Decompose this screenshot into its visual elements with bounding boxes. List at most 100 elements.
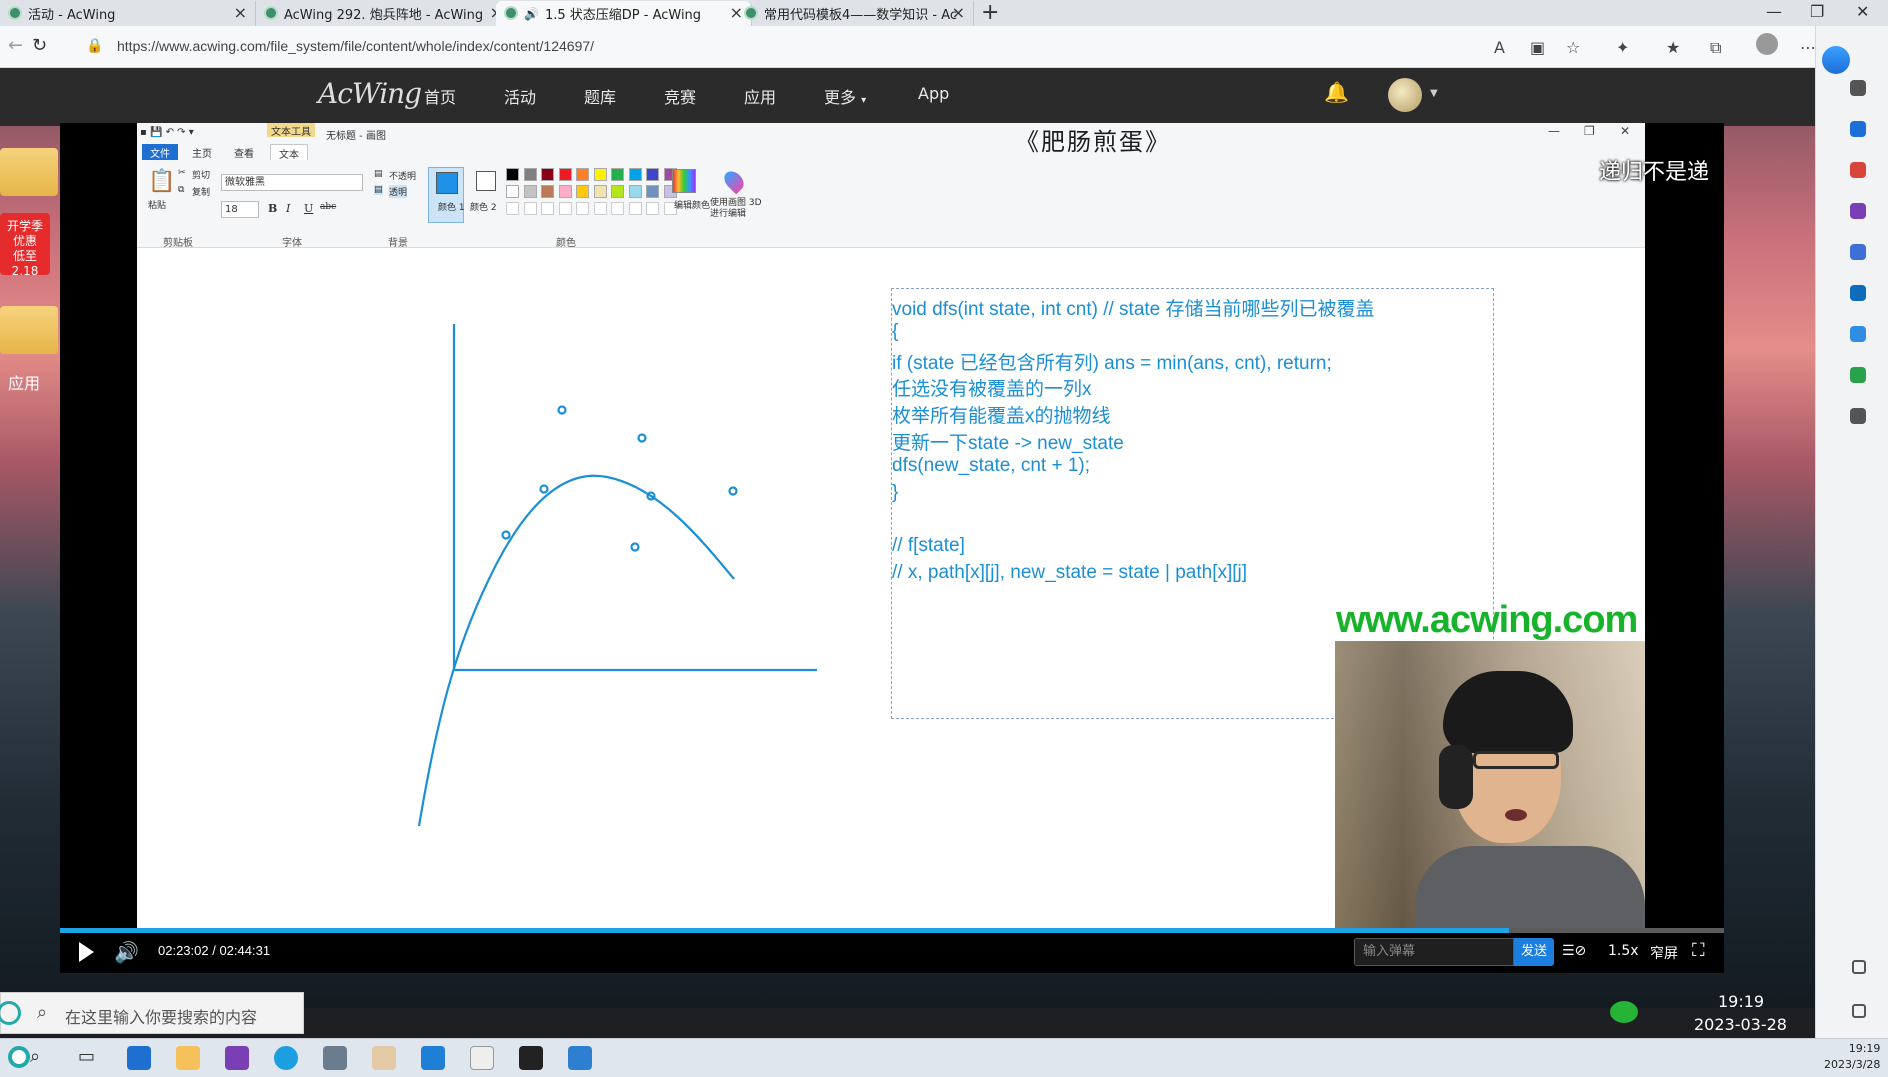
close-icon[interactable]: × bbox=[952, 3, 965, 22]
extensions-icon[interactable]: ✦ bbox=[1616, 38, 1629, 57]
photos-icon[interactable] bbox=[568, 1046, 592, 1070]
search-icon[interactable] bbox=[1850, 80, 1866, 96]
vscode-icon[interactable] bbox=[421, 1046, 445, 1070]
restore-icon[interactable]: ❐ bbox=[1810, 2, 1824, 21]
nav-problems[interactable]: 题库 bbox=[584, 84, 616, 108]
restore-icon: ❐ bbox=[1584, 124, 1595, 138]
windows-start-icon[interactable] bbox=[8, 1046, 30, 1068]
calculator-icon[interactable] bbox=[323, 1046, 347, 1070]
browser-tab[interactable]: AcWing 292. 炮兵阵地 - AcWing × bbox=[256, 1, 512, 26]
danmaku-text: 递归不是递 bbox=[1599, 160, 1710, 185]
file-explorer-icon[interactable] bbox=[176, 1046, 200, 1070]
apps-label: 应用 bbox=[8, 374, 41, 393]
color2-label: 颜色 2 bbox=[470, 203, 497, 213]
settings-icon[interactable] bbox=[1852, 1004, 1866, 1018]
acwing-logo[interactable]: AcWing bbox=[318, 77, 422, 110]
store-icon[interactable] bbox=[127, 1046, 151, 1070]
task-view-icon[interactable]: ▭ bbox=[78, 1046, 102, 1070]
promo-line: 低至2.18 bbox=[11, 249, 39, 278]
send-danmaku-button[interactable]: 发送 bbox=[1514, 938, 1554, 966]
tag-icon[interactable] bbox=[1850, 121, 1866, 137]
tray-clock[interactable]: 19:19 2023/3/28 bbox=[1824, 1041, 1880, 1073]
collections-icon[interactable]: ⧉ bbox=[1710, 38, 1721, 58]
nav-more[interactable]: 更多 ▾ bbox=[824, 84, 866, 108]
nav-app[interactable]: App bbox=[918, 84, 949, 103]
search-icon[interactable]: ⌕ bbox=[30, 1046, 54, 1070]
edit-colors-label: 编辑颜色 bbox=[674, 201, 711, 211]
idea-icon[interactable] bbox=[519, 1046, 543, 1070]
windows-search[interactable]: ⌕ 在这里输入你要搜索的内容 bbox=[0, 992, 304, 1034]
minimize-icon: — bbox=[1548, 124, 1560, 138]
bing-icon[interactable] bbox=[1822, 46, 1850, 74]
edge-sidebar bbox=[1815, 26, 1888, 1077]
paint-app-icon[interactable] bbox=[372, 1046, 396, 1070]
split-screen-icon[interactable] bbox=[1852, 960, 1866, 974]
palette-swatch bbox=[593, 185, 607, 198]
narrow-screen-button[interactable]: 窄屏 bbox=[1650, 943, 1678, 963]
wechat-icon[interactable] bbox=[1610, 1001, 1638, 1023]
opaque-label: 不透明 bbox=[389, 172, 417, 182]
playback-speed[interactable]: 1.5x bbox=[1608, 943, 1639, 959]
tree-icon[interactable] bbox=[1850, 367, 1866, 383]
bold-icon: B bbox=[268, 202, 278, 215]
address-bar: ← ↻ 🔒 https://www.acwing.com/file_system… bbox=[0, 26, 1888, 68]
danmaku-settings-icon[interactable]: ☰⊘ bbox=[1562, 943, 1586, 959]
read-aloud-icon[interactable]: A bbox=[1494, 38, 1505, 57]
palette-swatch bbox=[646, 185, 659, 198]
clipboard-group-label: 剪贴板 bbox=[163, 238, 193, 249]
avatar[interactable] bbox=[1388, 78, 1422, 112]
edge-browser-icon[interactable] bbox=[274, 1046, 298, 1070]
nav-home[interactable]: 首页 bbox=[424, 84, 456, 108]
fullscreen-icon[interactable]: ⛶ bbox=[1692, 940, 1705, 961]
site-header bbox=[0, 68, 1815, 126]
new-tab-icon[interactable]: + bbox=[981, 0, 999, 25]
nav-contest[interactable]: 竞赛 bbox=[664, 84, 696, 108]
typora-icon[interactable] bbox=[470, 1046, 494, 1070]
volume-icon[interactable]: 🔊 bbox=[114, 940, 139, 964]
browser-tab[interactable]: 活动 - AcWing × bbox=[0, 1, 256, 26]
outlook-icon[interactable] bbox=[1850, 285, 1866, 301]
favorite-add-icon[interactable]: ☆ bbox=[1566, 38, 1580, 57]
nav-apps[interactable]: 应用 bbox=[744, 84, 776, 108]
strikethrough-icon: abc bbox=[320, 202, 337, 212]
font-group-label: 字体 bbox=[282, 238, 302, 249]
favorites-icon[interactable]: ★ bbox=[1666, 38, 1680, 57]
palette-swatch bbox=[593, 168, 607, 181]
close-icon[interactable]: × bbox=[234, 3, 247, 22]
close-window-icon[interactable]: ✕ bbox=[1856, 2, 1869, 21]
profile-icon[interactable] bbox=[1756, 33, 1778, 55]
url-field[interactable]: https://www.acwing.com/file_system/file/… bbox=[117, 38, 594, 54]
games-icon[interactable] bbox=[1850, 203, 1866, 219]
reload-icon[interactable]: ↻ bbox=[32, 35, 47, 56]
danmaku-input[interactable]: 输入弹幕 bbox=[1354, 938, 1514, 966]
code-line: } bbox=[892, 481, 899, 503]
paint3d-label: 使用画图 3D 进行编辑 bbox=[710, 198, 762, 219]
back-icon[interactable]: ← bbox=[8, 35, 23, 56]
code-line: dfs(new_state, cnt + 1); bbox=[892, 454, 1091, 476]
onenote-icon[interactable] bbox=[225, 1046, 249, 1070]
immersive-reader-icon[interactable]: ▣ bbox=[1530, 38, 1545, 57]
palette-swatch-empty bbox=[611, 202, 624, 215]
more-icon[interactable]: ⋯ bbox=[1800, 38, 1816, 57]
promo-badge[interactable]: 开学季 优惠 低至2.18 bbox=[0, 213, 50, 278]
minimize-icon[interactable]: — bbox=[1766, 2, 1782, 21]
palette-swatch bbox=[558, 185, 572, 198]
chevron-down-icon[interactable]: ▼ bbox=[1430, 88, 1438, 99]
office-icon[interactable] bbox=[1850, 244, 1866, 260]
point-marker bbox=[539, 484, 549, 494]
send-icon[interactable] bbox=[1850, 326, 1866, 342]
bell-icon[interactable]: 🔔 bbox=[1324, 80, 1349, 104]
toolbox-icon[interactable] bbox=[1850, 162, 1866, 178]
play-icon[interactable] bbox=[79, 942, 94, 962]
browser-tab[interactable]: 常用代码模板4——数学知识 - Ac × bbox=[736, 1, 974, 26]
nav-activity[interactable]: 活动 bbox=[504, 84, 536, 108]
palette-swatch bbox=[646, 168, 659, 181]
speaker-icon[interactable]: 🔊 bbox=[524, 7, 539, 21]
code-line: 枚举所有能覆盖x的抛物线 bbox=[892, 406, 1111, 428]
folder-icon[interactable] bbox=[0, 306, 58, 354]
folder-icon[interactable] bbox=[0, 148, 58, 196]
browser-tab-active[interactable]: 🔊 1.5 状态压缩DP - AcWing × bbox=[496, 1, 752, 26]
paint-tab-view: 查看 bbox=[234, 149, 254, 160]
add-icon[interactable] bbox=[1850, 408, 1866, 424]
lock-icon[interactable]: 🔒 bbox=[86, 38, 103, 54]
